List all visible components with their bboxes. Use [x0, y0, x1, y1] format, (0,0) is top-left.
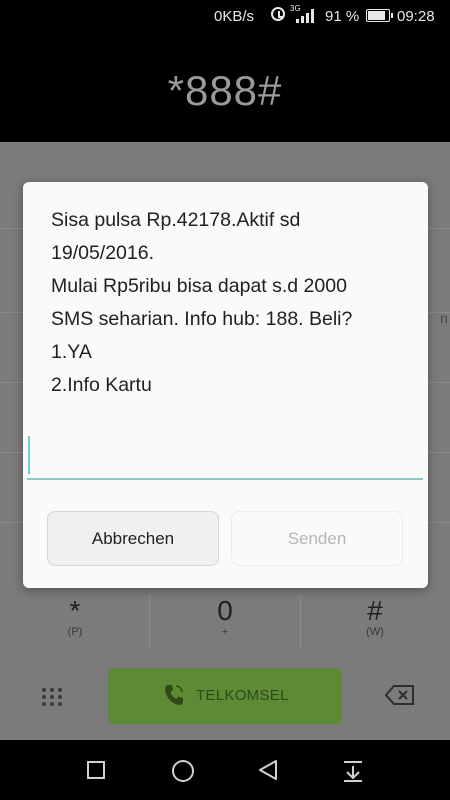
- ussd-reply-input[interactable]: [27, 436, 423, 480]
- phone-icon: [164, 684, 184, 712]
- back-triangle-icon[interactable]: [257, 759, 279, 781]
- cancel-button[interactable]: Abbrechen: [47, 511, 219, 566]
- status-bar: 0KB/s 3G 91 % 09:28: [0, 0, 450, 32]
- key-hash-sub: (W): [366, 626, 384, 638]
- pull-down-icon[interactable]: [342, 759, 364, 783]
- dialed-number: *888#: [167, 67, 283, 114]
- key-star[interactable]: * (P): [0, 590, 150, 654]
- call-button[interactable]: TELKOMSEL: [108, 668, 342, 724]
- signal-icon: [296, 9, 318, 23]
- home-circle-icon[interactable]: [172, 760, 194, 782]
- alarm-icon: [271, 7, 285, 21]
- send-button[interactable]: Senden: [231, 511, 403, 566]
- ussd-dialog: Sisa pulsa Rp.42178.Aktif sd 19/05/2016.…: [23, 182, 428, 588]
- navigation-bar: [0, 740, 450, 800]
- background-text-fragment: n: [440, 310, 448, 326]
- dialpad-grid-icon[interactable]: [42, 688, 64, 706]
- dialer-action-row: TELKOMSEL: [0, 664, 450, 728]
- keypad-row: * (P) 0 + # (W): [0, 590, 450, 654]
- backspace-icon[interactable]: [384, 684, 415, 706]
- battery-icon: [366, 9, 393, 22]
- key-zero[interactable]: 0 +: [150, 590, 300, 654]
- network-speed: 0KB/s: [214, 8, 255, 25]
- key-star-main: *: [69, 595, 81, 626]
- key-zero-main: 0: [217, 595, 233, 626]
- key-hash-main: #: [367, 595, 383, 626]
- key-star-sub: (P): [67, 626, 83, 638]
- clock: 09:28: [397, 8, 435, 25]
- battery-percent: 91 %: [325, 8, 360, 25]
- ussd-message: Sisa pulsa Rp.42178.Aktif sd 19/05/2016.…: [51, 209, 353, 396]
- key-zero-sub: +: [221, 626, 229, 638]
- recents-square-icon[interactable]: [87, 761, 105, 779]
- text-cursor: [28, 436, 30, 474]
- dialer-header: *888#: [0, 32, 450, 142]
- call-button-label: TELKOMSEL: [196, 687, 289, 704]
- key-hash[interactable]: # (W): [300, 590, 450, 654]
